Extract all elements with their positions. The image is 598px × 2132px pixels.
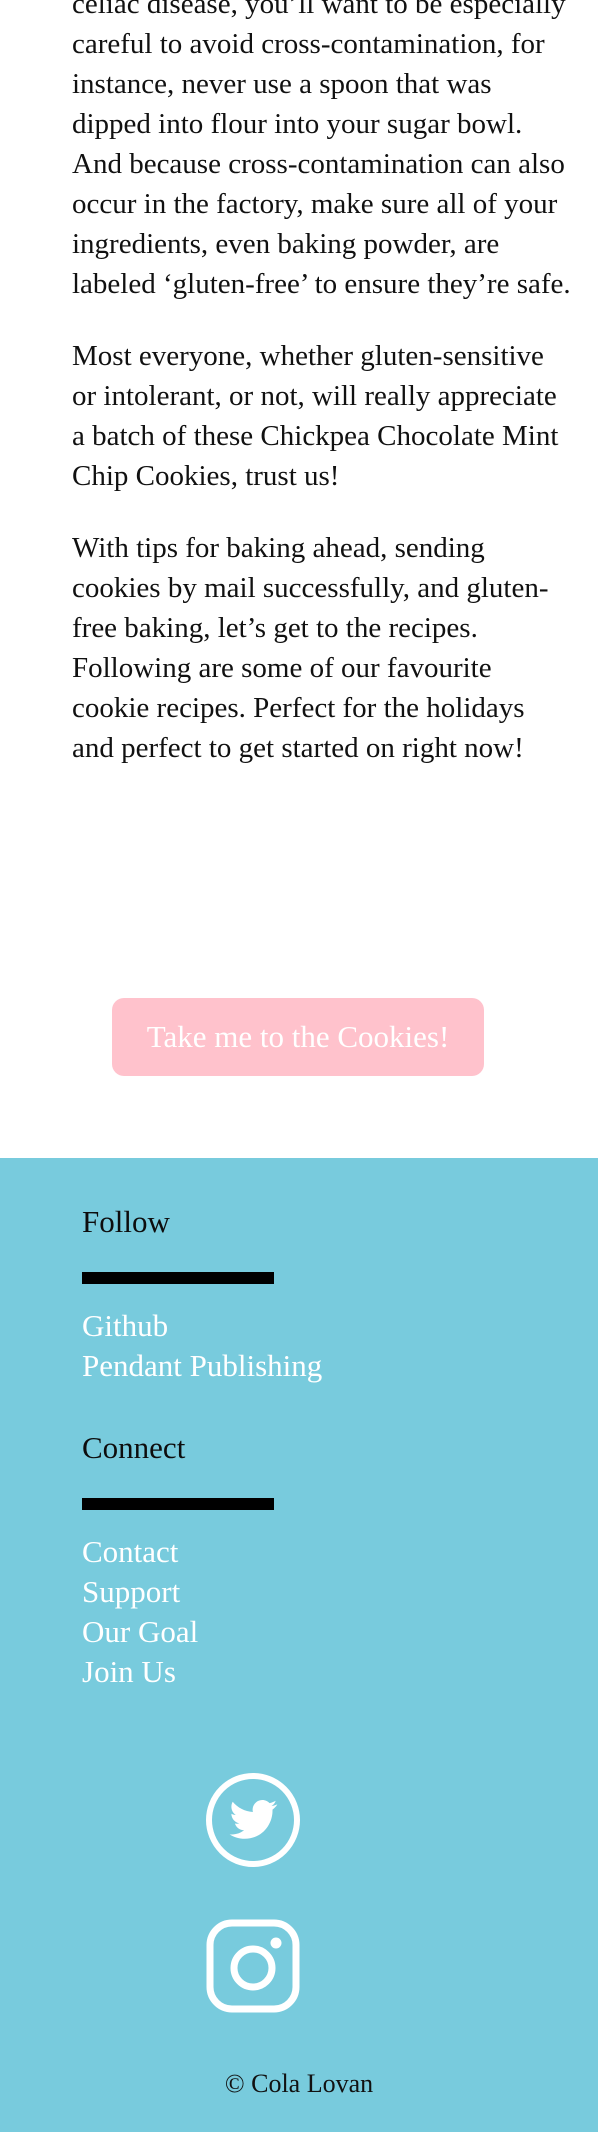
article-paragraph: Most everyone, whether gluten-sensitive … <box>72 340 559 492</box>
twitter-link[interactable] <box>205 1772 301 1868</box>
take-me-to-cookies-button[interactable]: Take me to the Cookies! <box>112 998 484 1076</box>
article-paragraph: celiac disease, you’ll want to be especi… <box>72 0 571 300</box>
our-goal-link[interactable]: Our Goal <box>82 1614 198 1649</box>
connect-link-item: Support <box>82 1572 198 1612</box>
cta-container: Take me to the Cookies! <box>112 998 484 1076</box>
instagram-link[interactable] <box>205 1918 301 2014</box>
follow-link-item: Github <box>82 1306 322 1346</box>
copyright-text: © Cola Lovan <box>224 2069 374 2098</box>
connect-link-item: Join Us <box>82 1652 198 1692</box>
article-body: celiac disease, you’ll want to be especi… <box>72 0 572 800</box>
connect-heading: Connect <box>82 1430 186 1465</box>
site-footer: Follow Github Pendant Publishing Connect… <box>0 1158 598 2132</box>
join-us-link[interactable]: Join Us <box>82 1654 176 1689</box>
follow-links: Github Pendant Publishing <box>82 1306 322 1386</box>
follow-link-item: Pendant Publishing <box>82 1346 322 1386</box>
instagram-icon <box>206 1919 300 2013</box>
support-link[interactable]: Support <box>82 1574 180 1609</box>
connect-link-item: Our Goal <box>82 1612 198 1652</box>
article-paragraph: With tips for baking ahead, sending cook… <box>72 532 549 764</box>
github-link[interactable]: Github <box>82 1308 168 1343</box>
follow-heading: Follow <box>82 1204 170 1239</box>
connect-heading-bar <box>82 1498 274 1510</box>
connect-link-item: Contact <box>82 1532 198 1572</box>
pendant-publishing-link[interactable]: Pendant Publishing <box>82 1348 322 1383</box>
twitter-icon <box>206 1773 300 1867</box>
follow-heading-bar <box>82 1272 274 1284</box>
contact-link[interactable]: Contact <box>82 1534 178 1569</box>
connect-links: Contact Support Our Goal Join Us <box>82 1532 198 1692</box>
